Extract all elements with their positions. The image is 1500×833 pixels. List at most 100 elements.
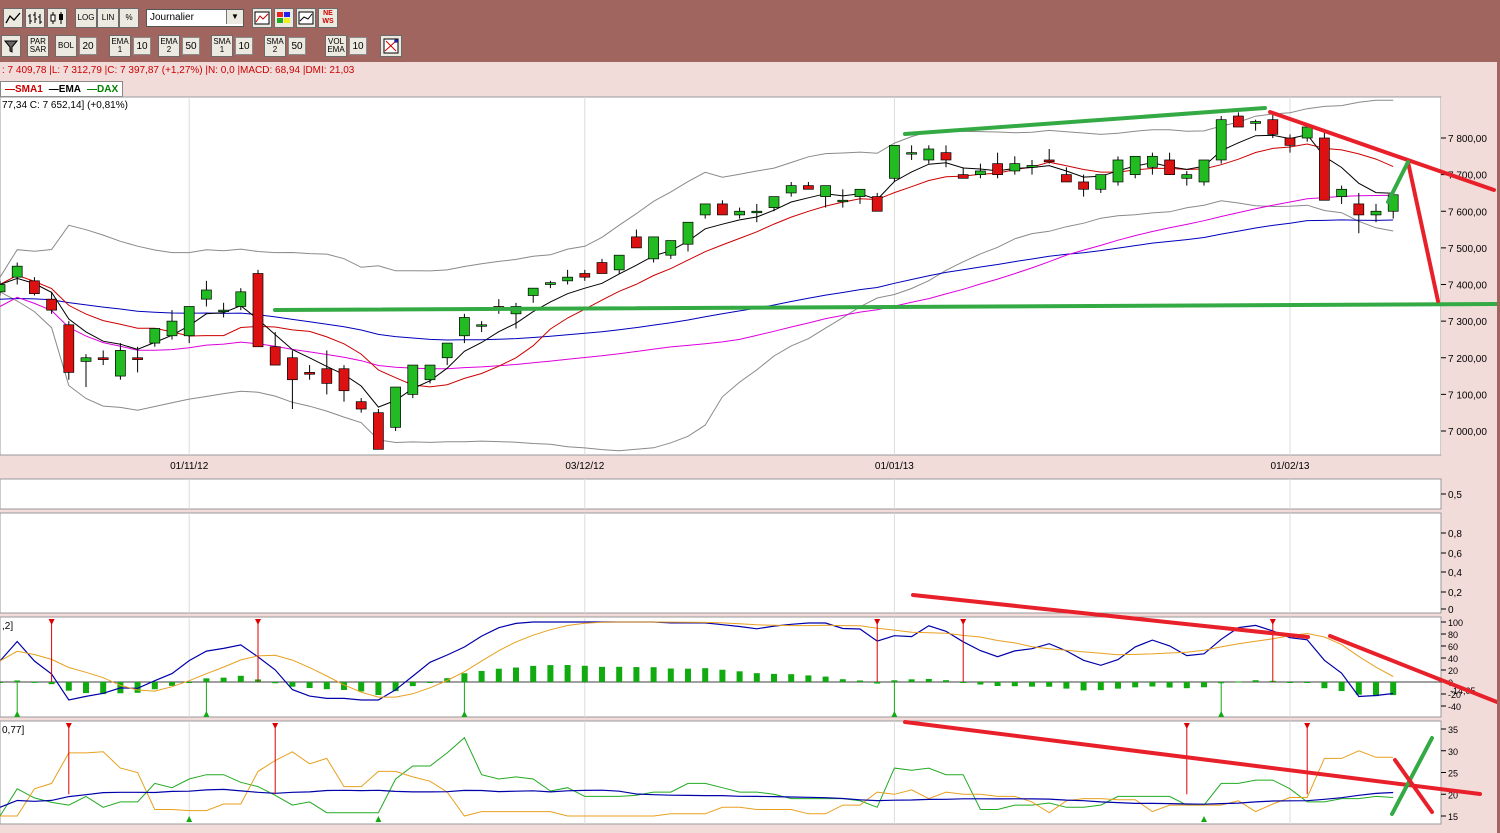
y-tick-label: 7 500,00 xyxy=(1448,244,1487,255)
macd-histogram-bar xyxy=(650,667,657,682)
candle-body xyxy=(63,324,75,373)
candle-body xyxy=(390,386,401,428)
macd-histogram-bar xyxy=(289,682,296,687)
candle-body xyxy=(957,174,969,179)
sma2-button[interactable]: SMA 2 xyxy=(264,35,286,57)
bol-button[interactable]: BOL xyxy=(55,35,77,57)
candle-body xyxy=(1353,203,1365,216)
indicator-panel-2 xyxy=(0,512,1442,614)
bol-period-field[interactable]: 20 xyxy=(79,37,97,55)
macd-tick-label: 100 xyxy=(1448,618,1463,628)
candle-body xyxy=(631,236,642,249)
candle-body xyxy=(373,412,384,450)
volema-period-field[interactable]: 10 xyxy=(349,37,367,55)
sma2-period-field[interactable]: 50 xyxy=(288,37,306,55)
chevron-down-icon[interactable]: ▼ xyxy=(226,10,243,24)
macd-histogram-bar xyxy=(891,680,898,682)
line-chart-icon[interactable] xyxy=(3,8,23,28)
candle-body xyxy=(80,357,92,362)
lin-scale-button[interactable]: LIN xyxy=(97,8,119,28)
log-scale-button[interactable]: LOG xyxy=(75,8,97,28)
macd-histogram-bar xyxy=(1252,680,1259,682)
macd-histogram-bar xyxy=(1201,682,1207,688)
dmi-info: 0,77] xyxy=(2,725,25,736)
ema1-label: EMA 1 xyxy=(111,37,129,54)
period-value: Journalier xyxy=(150,12,194,23)
candle-body xyxy=(132,357,143,360)
candle-body xyxy=(1095,174,1107,190)
y-tick-label: 7 100,00 xyxy=(1448,390,1487,401)
sma1-button[interactable]: SMA 1 xyxy=(211,35,233,57)
macd-histogram-bar xyxy=(203,678,210,682)
drawing-tool-icon[interactable] xyxy=(380,35,402,57)
chart-canvas[interactable]: 01/11/12 03/12/12 01/01/13 01/02/13 7 800,00… xyxy=(0,62,1497,833)
candle-body xyxy=(1370,210,1382,216)
candlestick-icon[interactable] xyxy=(47,8,67,28)
macd-histogram-bar xyxy=(1390,682,1397,696)
y-tick-label: 7 600,00 xyxy=(1448,207,1487,218)
candle-body xyxy=(1164,159,1175,175)
filter-icon[interactable] xyxy=(1,35,21,57)
macd-histogram-bar xyxy=(1080,682,1087,691)
bar-chart-icon[interactable] xyxy=(25,8,45,28)
zoom-icon[interactable] xyxy=(252,8,272,28)
sma1-period-value: 10 xyxy=(238,40,250,52)
main-toolbar: LOG LIN % Journalier ▼ NE WS xyxy=(0,3,1500,31)
volema-button[interactable]: VOL EMA xyxy=(325,35,347,57)
macd-histogram-bar xyxy=(31,681,38,683)
candle-body xyxy=(803,185,814,190)
candle-body xyxy=(1198,159,1210,183)
macd-histogram-bar xyxy=(1046,682,1053,687)
dmi-tick-label: 30 xyxy=(1448,747,1458,757)
candle-body xyxy=(1319,137,1330,201)
macd-histogram-bar xyxy=(220,677,227,682)
sma2-label: SMA 2 xyxy=(266,37,284,54)
candle-body xyxy=(1043,159,1055,163)
macd-histogram-bar xyxy=(771,673,777,682)
candle-body xyxy=(820,185,831,197)
parsar-label: PAR SAR xyxy=(29,37,47,54)
ema1-period-field[interactable]: 10 xyxy=(133,37,151,55)
macd-histogram-bar xyxy=(1063,682,1070,689)
candle-body xyxy=(1250,121,1261,124)
candle-body xyxy=(940,152,952,161)
candle-body xyxy=(1026,165,1038,168)
macd-histogram-bar xyxy=(977,682,984,685)
macd-histogram-bar xyxy=(1338,682,1345,692)
compare-icon[interactable] xyxy=(296,8,316,28)
macd-histogram-bar xyxy=(0,682,3,683)
candle-glyph xyxy=(50,12,63,24)
candle-body xyxy=(648,236,659,260)
indicator-toolbar: PAR SAR BOL 20 EMA 1 10 EMA 2 50 SMA 1 1… xyxy=(0,32,1500,60)
chart-workspace: : 7 409,78 |L: 7 312,79 |C: 7 397,87 (+1… xyxy=(0,62,1497,833)
parsar-button[interactable]: PAR SAR xyxy=(27,35,49,57)
candle-body xyxy=(613,254,625,271)
macd-histogram-bar xyxy=(1287,682,1293,683)
candle-body xyxy=(476,324,487,327)
percent-scale-button[interactable]: % xyxy=(119,8,139,28)
log-label: LOG xyxy=(77,13,95,22)
macd-histogram-bar xyxy=(48,682,55,685)
volema-label: VOL EMA xyxy=(327,37,345,54)
macd-histogram-bar xyxy=(478,670,485,682)
color-icon[interactable] xyxy=(274,8,294,28)
ema2-button[interactable]: EMA 2 xyxy=(158,35,180,57)
candle-body xyxy=(29,280,40,295)
macd-histogram-bar xyxy=(1166,682,1173,688)
macd-tick-label: 40 xyxy=(1448,654,1458,664)
macd-histogram-bar xyxy=(753,673,760,682)
sma1-period-field[interactable]: 10 xyxy=(235,37,253,55)
macd-histogram-bar xyxy=(943,680,949,682)
ema1-button[interactable]: EMA 1 xyxy=(109,35,131,57)
macd-histogram-bar xyxy=(1321,682,1328,689)
y-tick-label: 7 200,00 xyxy=(1448,354,1487,365)
candle-body xyxy=(46,298,57,311)
ema2-period-field[interactable]: 50 xyxy=(182,37,200,55)
period-select[interactable]: Journalier ▼ xyxy=(146,9,244,27)
macd-histogram-bar xyxy=(272,682,279,684)
panel-tick-label: 0,2 xyxy=(1448,588,1462,599)
bol-period-value: 20 xyxy=(82,40,94,52)
drawing-tool-glyph xyxy=(383,38,399,54)
news-icon[interactable]: NE WS xyxy=(318,8,338,28)
macd-histogram-bar xyxy=(409,682,416,687)
